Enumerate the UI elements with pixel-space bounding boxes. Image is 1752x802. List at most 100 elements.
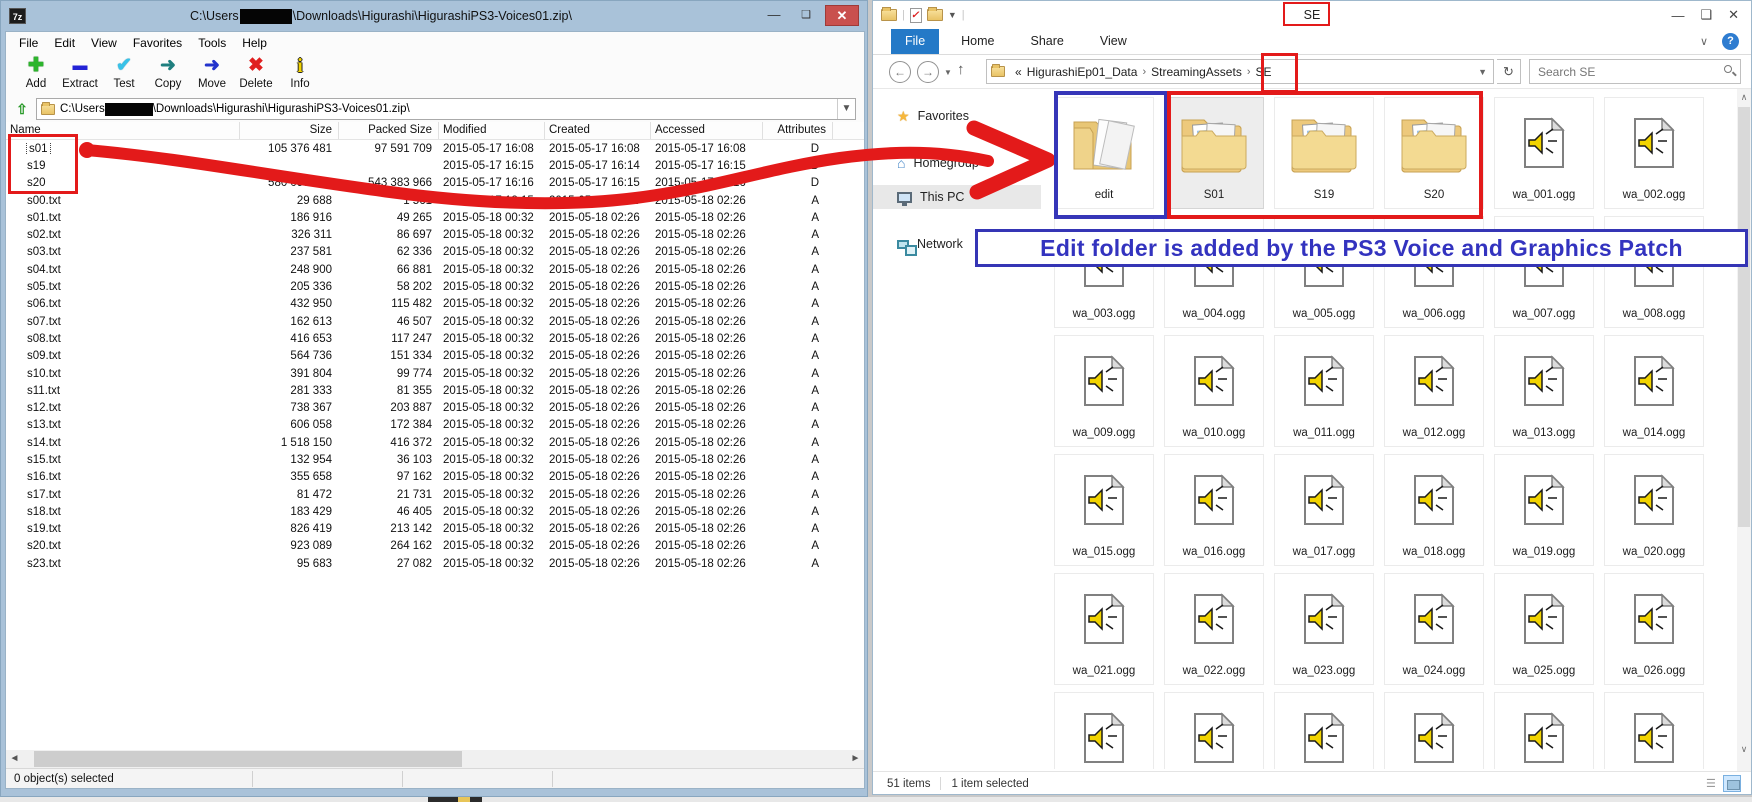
table-row[interactable]: s05.txt 205 336 58 202 2015-05-18 00:32 … (6, 278, 864, 295)
file-tile[interactable]: wa_024.ogg (1384, 573, 1484, 685)
breadcrumb-item-current[interactable]: SE (1255, 65, 1271, 79)
up-button[interactable]: ↑ (957, 61, 965, 78)
table-row[interactable]: s06.txt 432 950 115 482 2015-05-18 00:32… (6, 296, 864, 313)
column-created[interactable]: Created (545, 122, 651, 139)
move-button[interactable]: ➜Move (192, 54, 232, 90)
file-tile[interactable]: S20 (1384, 97, 1484, 209)
table-row[interactable]: s20 580 093 725 543 383 966 2015-05-17 1… (6, 175, 864, 192)
table-row[interactable]: s07.txt 162 613 46 507 2015-05-18 00:32 … (6, 313, 864, 330)
table-row[interactable]: s16.txt 355 658 97 162 2015-05-18 00:32 … (6, 469, 864, 486)
table-row[interactable]: s19.txt 826 419 213 142 2015-05-18 00:32… (6, 521, 864, 538)
info-button[interactable]: iInfo (280, 54, 320, 90)
close-button[interactable]: ✕ (1728, 7, 1739, 23)
sidebar-item-favorites[interactable]: ★Favorites (873, 104, 1041, 128)
close-button[interactable]: ✕ (825, 5, 859, 26)
vertical-scrollbar[interactable]: ∧ ∨ (1737, 89, 1751, 771)
file-tile[interactable]: wa_011.ogg (1274, 335, 1374, 447)
table-row[interactable]: s20.txt 923 089 264 162 2015-05-18 00:32… (6, 538, 864, 555)
extract-button[interactable]: ▬Extract (60, 54, 100, 90)
file-tile[interactable]: wa_014.ogg (1604, 335, 1704, 447)
parent-folder-icon[interactable]: ⇧ (14, 101, 30, 117)
table-row[interactable]: s15.txt 132 954 36 103 2015-05-18 00:32 … (6, 451, 864, 468)
column-accessed[interactable]: Accessed (651, 122, 763, 139)
scroll-up-icon[interactable]: ∧ (1737, 92, 1751, 103)
table-row[interactable]: s01 105 376 481 97 591 709 2015-05-17 16… (6, 140, 864, 157)
file-tile[interactable]: S01 (1164, 97, 1264, 209)
ribbon-tab[interactable]: View (1086, 29, 1141, 54)
sidebar-item-network[interactable]: Network (873, 232, 1041, 256)
scroll-down-icon[interactable]: ∨ (1737, 744, 1751, 755)
column-name[interactable]: Name (6, 122, 240, 139)
recent-locations-icon[interactable]: ▼ (944, 68, 952, 77)
file-tile[interactable]: wa_018.ogg (1384, 454, 1484, 566)
delete-button[interactable]: ✖Delete (236, 54, 276, 90)
horizontal-scrollbar[interactable]: ◄ ► (6, 750, 864, 768)
table-row[interactable]: s04.txt 248 900 66 881 2015-05-18 00:32 … (6, 261, 864, 278)
large-icons-view-button[interactable] (1723, 775, 1741, 792)
table-row[interactable]: s02.txt 326 311 86 697 2015-05-18 00:32 … (6, 226, 864, 243)
table-row[interactable]: s13.txt 606 058 172 384 2015-05-18 00:32… (6, 417, 864, 434)
file-tile[interactable]: wa_013.ogg (1494, 335, 1594, 447)
scrollbar-thumb[interactable] (34, 751, 462, 767)
breadcrumb-item[interactable]: HigurashiEp01_Data (1027, 65, 1138, 79)
file-tile[interactable]: wa_016.ogg (1164, 454, 1264, 566)
file-tile[interactable]: wa_021.ogg (1054, 573, 1154, 685)
file-tile[interactable]: wa_002.ogg (1604, 97, 1704, 209)
table-row[interactable]: s10.txt 391 804 99 774 2015-05-18 00:32 … (6, 365, 864, 382)
help-icon[interactable]: ? (1722, 33, 1739, 50)
file-tile[interactable]: wa_026.ogg (1604, 573, 1704, 685)
menu-item[interactable]: File (12, 34, 45, 52)
file-tile[interactable]: wa_006.ogg (1384, 216, 1484, 328)
scroll-left-icon[interactable]: ◄ (6, 750, 23, 768)
column-attributes[interactable]: Attributes (763, 122, 833, 139)
table-row[interactable]: s18.txt 183 429 46 405 2015-05-18 00:32 … (6, 503, 864, 520)
add-button[interactable]: ✚Add (16, 54, 56, 90)
file-tile[interactable]: wa_005.ogg (1274, 216, 1374, 328)
table-row[interactable]: s23.txt 95 683 27 082 2015-05-18 00:32 2… (6, 555, 864, 572)
menu-item[interactable]: Edit (47, 34, 82, 52)
back-button[interactable]: ← (889, 61, 911, 83)
menu-item[interactable]: Help (235, 34, 274, 52)
file-tile[interactable]: wa_012.ogg (1384, 335, 1484, 447)
table-row[interactable]: s11.txt 281 333 81 355 2015-05-18 00:32 … (6, 382, 864, 399)
scroll-right-icon[interactable]: ► (847, 750, 864, 768)
search-input[interactable]: Search SE (1529, 59, 1741, 84)
table-row[interactable]: s14.txt 1 518 150 416 372 2015-05-18 00:… (6, 434, 864, 451)
sidebar-item-this-pc[interactable]: This PC (873, 185, 1041, 209)
table-row[interactable]: s09.txt 564 736 151 334 2015-05-18 00:32… (6, 348, 864, 365)
file-tile[interactable]: wa_004.ogg (1164, 216, 1264, 328)
file-tile[interactable]: wa_015.ogg (1054, 454, 1154, 566)
table-row[interactable]: s03.txt 237 581 62 336 2015-05-18 00:32 … (6, 244, 864, 261)
file-tile[interactable] (1494, 692, 1594, 769)
file-tile[interactable] (1384, 692, 1484, 769)
file-tile[interactable]: wa_023.ogg (1274, 573, 1374, 685)
column-modified[interactable]: Modified (439, 122, 545, 139)
scrollbar-thumb[interactable] (1738, 107, 1750, 527)
minimize-button[interactable]: — (1671, 8, 1684, 23)
test-button[interactable]: ✔Test (104, 54, 144, 90)
file-tile[interactable]: wa_007.ogg (1494, 216, 1594, 328)
table-row[interactable]: s17.txt 81 472 21 731 2015-05-18 00:32 2… (6, 486, 864, 503)
file-tile[interactable] (1604, 692, 1704, 769)
sidebar-item-homegroup[interactable]: ⌂Homegroup (873, 151, 1041, 175)
table-row[interactable]: s19 2015-05-17 16:15 2015-05-17 16:14 20… (6, 157, 864, 174)
combobox-dropdown-icon[interactable]: ▼ (837, 99, 855, 119)
table-row[interactable]: s01.txt 186 916 49 265 2015-05-18 00:32 … (6, 209, 864, 226)
menu-item[interactable]: Tools (191, 34, 233, 52)
breadcrumb-dropdown-icon[interactable]: ▼ (1478, 67, 1487, 77)
breadcrumb-item[interactable]: StreamingAssets (1151, 65, 1242, 79)
ribbon-tab[interactable]: Share (1017, 29, 1078, 54)
file-tile[interactable]: wa_003.ogg (1054, 216, 1154, 328)
file-tile[interactable]: wa_010.ogg (1164, 335, 1264, 447)
forward-button[interactable]: → (917, 61, 939, 83)
file-tile[interactable]: wa_025.ogg (1494, 573, 1594, 685)
menu-item[interactable]: Favorites (126, 34, 189, 52)
file-tile[interactable]: wa_001.ogg (1494, 97, 1594, 209)
breadcrumb-overflow[interactable]: « (1015, 65, 1022, 79)
menu-item[interactable]: View (84, 34, 124, 52)
file-tile[interactable]: S19 (1274, 97, 1374, 209)
ribbon-tab[interactable]: Home (947, 29, 1008, 54)
column-packed-size[interactable]: Packed Size (339, 122, 439, 139)
refresh-button[interactable]: ↻ (1497, 59, 1521, 84)
ribbon-tab[interactable]: File (891, 29, 939, 54)
